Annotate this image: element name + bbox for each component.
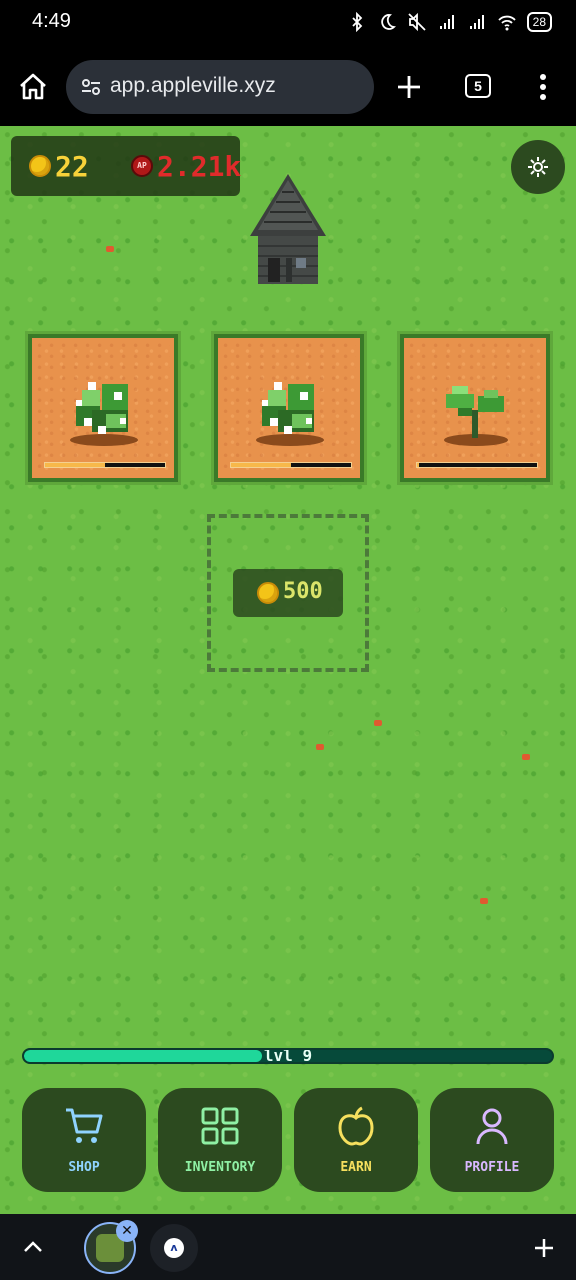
- mute-icon: [408, 12, 426, 32]
- cell-signal-icon: [469, 15, 484, 29]
- cell-signal-icon: [439, 15, 454, 29]
- app-icon: ʌ: [164, 1238, 184, 1258]
- farm-plot[interactable]: [214, 334, 364, 482]
- growth-progress-bar: [230, 462, 352, 468]
- coin-icon: [257, 582, 279, 604]
- home-icon[interactable]: [16, 70, 50, 104]
- leaf-particle: [480, 898, 488, 904]
- leaf-particle: [106, 246, 114, 252]
- nav-inventory-button[interactable]: INVENTORY: [158, 1088, 282, 1192]
- tabs-button[interactable]: 5: [465, 74, 491, 98]
- address-bar[interactable]: app.appleville.xyz: [66, 60, 374, 114]
- wifi-icon: [497, 15, 516, 31]
- more-menu-icon[interactable]: [532, 72, 554, 102]
- currency-panel: 22 AP 2.21k: [11, 136, 242, 196]
- battery-icon: 28: [526, 12, 552, 32]
- leaf-particle: [374, 720, 382, 726]
- level-label: lvl 9: [263, 1048, 313, 1064]
- leaf-particle: [316, 744, 324, 750]
- grid-icon: [201, 1107, 239, 1145]
- apple-icon: [338, 1106, 374, 1146]
- level-progress-bar: lvl 9: [22, 1048, 554, 1064]
- ap-balance: 2.21k: [157, 150, 242, 183]
- seedling-icon: [444, 386, 508, 446]
- browser-toolbar: app.appleville.xyz 5: [0, 48, 576, 126]
- new-tab-icon[interactable]: [392, 70, 426, 104]
- pinned-app-secondary[interactable]: ʌ: [150, 1224, 198, 1272]
- cart-icon: [66, 1108, 103, 1143]
- growth-progress-fill: [417, 463, 420, 467]
- farm-plot[interactable]: [28, 334, 178, 482]
- growth-progress-fill: [231, 463, 291, 467]
- plot-price: 500: [283, 579, 323, 604]
- ap-icon: AP: [131, 155, 153, 177]
- nav-inventory-label: INVENTORY: [184, 1160, 256, 1175]
- status-bar: 4:49 28: [0, 0, 576, 48]
- coin-icon: [29, 155, 51, 177]
- nav-earn-button[interactable]: EARN: [294, 1088, 418, 1192]
- nav-shop-button[interactable]: SHOP: [22, 1088, 146, 1192]
- growth-progress-fill: [45, 463, 105, 467]
- nav-shop-label: SHOP: [68, 1160, 100, 1175]
- nav-profile-label: PROFILE: [464, 1160, 520, 1175]
- house-icon[interactable]: [250, 174, 326, 288]
- plus-icon[interactable]: [532, 1236, 556, 1260]
- plant-icon: [256, 382, 324, 446]
- game-area[interactable]: 22 AP 2.21k 500 lvl 9 SHOP INVENTORY EAR…: [0, 126, 576, 1214]
- gear-icon: [528, 157, 548, 177]
- close-icon[interactable]: ✕: [116, 1220, 138, 1242]
- chevron-up-icon[interactable]: [22, 1238, 44, 1256]
- leaf-particle: [522, 754, 530, 760]
- site-settings-icon[interactable]: [80, 76, 102, 98]
- status-time: 4:49: [32, 10, 71, 32]
- plant-icon: [70, 382, 138, 446]
- settings-button[interactable]: [511, 140, 565, 194]
- bluetooth-icon: [352, 12, 362, 32]
- growth-progress-bar: [416, 462, 538, 468]
- farm-plot[interactable]: [400, 334, 550, 482]
- user-icon: [476, 1108, 508, 1145]
- nav-profile-button[interactable]: PROFILE: [430, 1088, 554, 1192]
- status-icons: 28: [347, 12, 552, 32]
- moon-icon: [380, 14, 396, 30]
- coin-balance: 22: [55, 150, 89, 183]
- growth-progress-bar: [44, 462, 166, 468]
- system-navigation-bar: ✕ ʌ: [0, 1214, 576, 1280]
- url-text: app.appleville.xyz: [110, 74, 276, 97]
- nav-earn-label: EARN: [340, 1160, 372, 1175]
- plot-price-button[interactable]: 500: [233, 569, 343, 617]
